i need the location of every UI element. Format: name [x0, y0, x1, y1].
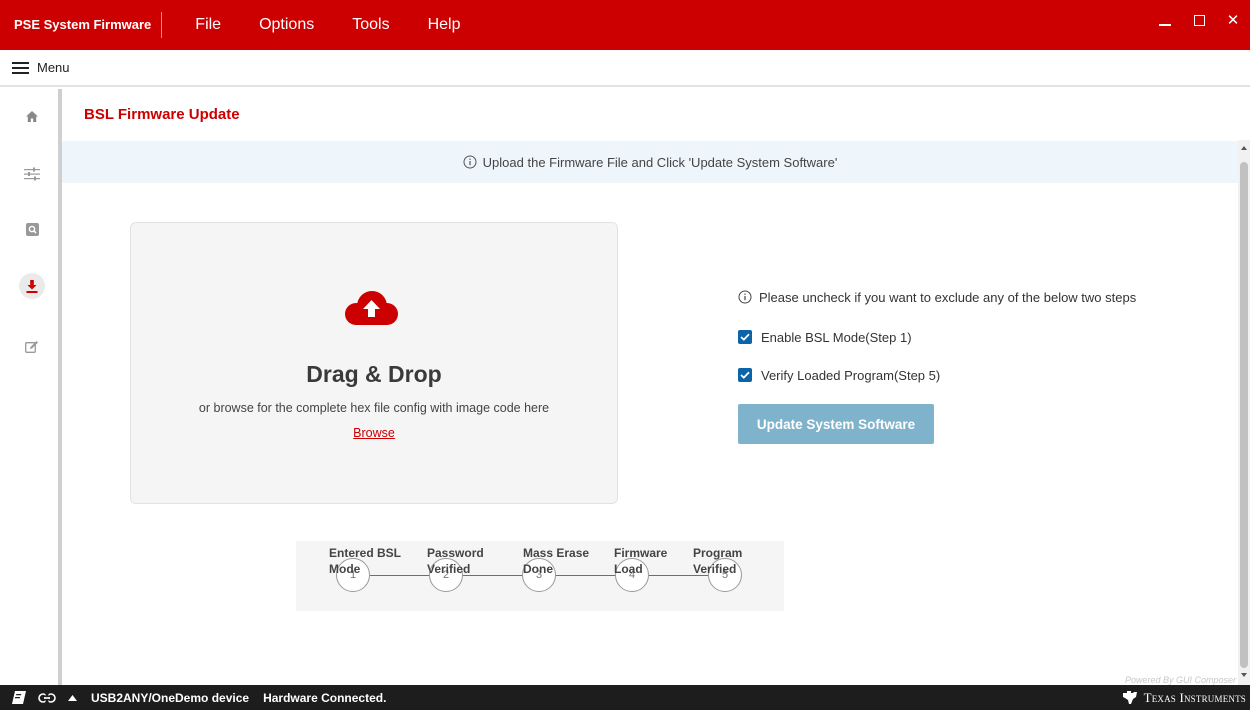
connection-status: Hardware Connected.	[263, 690, 387, 705]
app-window: PSE System Firmware File Options Tools H…	[0, 0, 1250, 710]
edit-icon	[25, 340, 38, 353]
download-icon	[26, 279, 38, 293]
sliders-icon	[24, 167, 40, 181]
minimize-button[interactable]	[1148, 5, 1182, 35]
scroll-down-icon[interactable]	[1241, 673, 1247, 677]
sidebar-item-search[interactable]	[19, 216, 45, 242]
sidebar-item-firmware-download[interactable]	[19, 273, 45, 299]
minimize-icon	[1159, 24, 1171, 26]
options-note-text: Please uncheck if you want to exclude an…	[759, 289, 1137, 305]
close-button[interactable]: ✕	[1216, 5, 1250, 35]
menu-bar: Menu	[0, 50, 1250, 87]
enable-bsl-checkbox[interactable]: Enable BSL Mode(Step 1)	[738, 327, 1208, 347]
device-name: USB2ANY/OneDemo device	[91, 690, 250, 705]
update-system-software-button[interactable]: Update System Software	[738, 404, 934, 444]
title-bar: PSE System Firmware File Options Tools H…	[0, 0, 1250, 50]
enable-bsl-label: Enable BSL Mode(Step 1)	[761, 329, 912, 345]
link-icon[interactable]	[38, 692, 56, 703]
menu-help[interactable]: Help	[409, 10, 480, 40]
page-title: BSL Firmware Update	[84, 106, 240, 123]
powered-by-label: Powered By GUI Composer	[1124, 675, 1236, 685]
maximize-icon	[1193, 14, 1205, 26]
menu-file[interactable]: File	[176, 10, 240, 40]
cloud-upload-icon	[345, 291, 398, 325]
menu-options[interactable]: Options	[240, 10, 333, 40]
step-3-label: Mass Erase Done	[523, 546, 590, 576]
maximize-button[interactable]	[1182, 5, 1216, 35]
step-5-label: Program Verified	[693, 546, 743, 576]
sidebar-item-settings[interactable]	[19, 161, 45, 187]
main-content: BSL Firmware Update Upload the Firmware …	[62, 89, 1238, 685]
menu-label[interactable]: Menu	[37, 60, 70, 75]
file-dropzone[interactable]: Drag & Drop or browse for the complete h…	[130, 222, 618, 504]
window-controls: ✕	[1148, 0, 1250, 40]
browse-link[interactable]: Browse	[353, 426, 395, 440]
close-icon: ✕	[1226, 12, 1240, 29]
dropzone-title: Drag & Drop	[306, 361, 442, 387]
info-icon	[738, 290, 752, 304]
verify-program-checkbox[interactable]: Verify Loaded Program(Step 5)	[738, 365, 1208, 385]
ti-brand-text: Texas Instruments	[1143, 689, 1246, 705]
step-2-label: Password Verified	[427, 546, 484, 576]
home-icon	[26, 110, 38, 122]
main-menu: File Options Tools Help	[176, 10, 479, 40]
notebook-icon[interactable]	[12, 691, 26, 704]
scroll-thumb[interactable]	[1240, 162, 1248, 668]
sidebar	[0, 89, 62, 685]
sidebar-item-home[interactable]	[19, 103, 45, 129]
checkbox-checked-icon[interactable]	[738, 330, 752, 344]
sidebar-item-edit[interactable]	[19, 333, 45, 359]
hamburger-icon[interactable]	[12, 61, 29, 74]
scroll-up-icon[interactable]	[1241, 146, 1247, 150]
app-name: PSE System Firmware	[0, 12, 163, 38]
dropzone-subtitle: or browse for the complete hex file conf…	[198, 401, 550, 415]
info-icon	[463, 155, 477, 169]
info-banner: Upload the Firmware File and Click 'Upda…	[62, 141, 1238, 183]
update-options: Please uncheck if you want to exclude an…	[738, 287, 1208, 444]
vertical-scrollbar[interactable]	[1238, 140, 1250, 685]
caret-up-icon[interactable]	[68, 694, 77, 701]
banner-text: Upload the Firmware File and Click 'Upda…	[482, 154, 838, 170]
texas-instruments-logo: Texas Instruments	[1122, 685, 1246, 710]
verify-program-label: Verify Loaded Program(Step 5)	[761, 367, 941, 383]
status-bar: USB2ANY/OneDemo device Hardware Connecte…	[0, 685, 1250, 710]
search-box-icon	[25, 222, 39, 236]
checkbox-checked-icon[interactable]	[738, 368, 752, 382]
ti-logo-icon	[1122, 691, 1137, 704]
step-4-label: Firmware Load	[614, 546, 668, 576]
options-note: Please uncheck if you want to exclude an…	[738, 287, 1208, 307]
step-1-label: Entered BSL Mode	[329, 546, 402, 576]
menu-tools[interactable]: Tools	[333, 10, 408, 40]
